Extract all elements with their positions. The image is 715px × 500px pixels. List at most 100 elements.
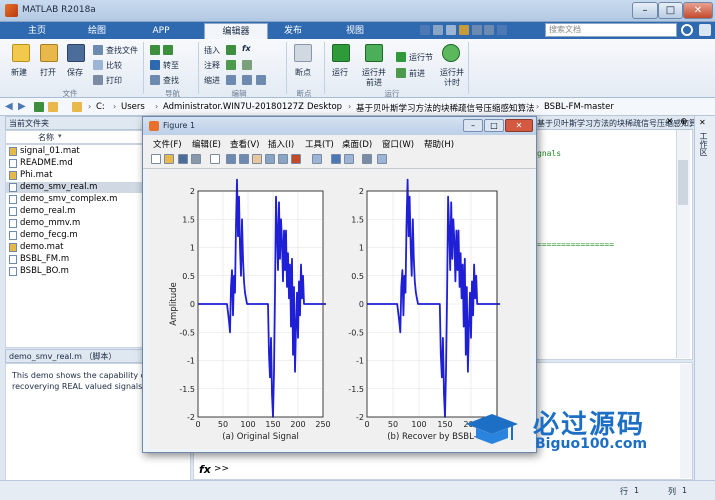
- legend-icon[interactable]: [344, 154, 354, 164]
- breadcrumb-project[interactable]: 基于贝叶斯学习方法的块稀疏信号压缩感知算法: [356, 102, 535, 114]
- wrap-comment-icon[interactable]: [242, 60, 252, 70]
- search-icon[interactable]: [681, 24, 693, 36]
- goto-button[interactable]: 转至: [163, 60, 179, 71]
- brush-icon[interactable]: [291, 154, 301, 164]
- tab-plots[interactable]: 绘图: [74, 23, 120, 39]
- dock-icon[interactable]: [377, 154, 387, 164]
- advance-button[interactable]: 前进: [409, 68, 425, 79]
- file-item[interactable]: demo_fecg.m: [20, 230, 78, 240]
- figure-menu-item[interactable]: 窗口(W): [382, 138, 414, 150]
- figure-maximize-button[interactable]: □: [484, 119, 504, 132]
- file-item[interactable]: demo_mmv.m: [20, 218, 80, 228]
- percent-icon[interactable]: [226, 60, 236, 70]
- compare-icon[interactable]: [93, 60, 103, 70]
- file-item[interactable]: README.md: [20, 158, 73, 168]
- cut-icon[interactable]: [432, 25, 443, 35]
- zoom-out-icon[interactable]: [239, 154, 249, 164]
- breadcrumb-administrator[interactable]: Administrator.WIN7U-20180127Z: [163, 102, 304, 112]
- file-item[interactable]: BSBL_BO.m: [20, 266, 69, 276]
- fx-icon[interactable]: fx: [199, 463, 211, 476]
- file-item[interactable]: Phi.mat: [20, 170, 52, 180]
- figure-menu-item[interactable]: 查看(V): [230, 138, 259, 150]
- colorbar-icon[interactable]: [331, 154, 341, 164]
- fx-button[interactable]: fx: [242, 44, 251, 53]
- undo-icon[interactable]: [471, 25, 482, 35]
- file-item[interactable]: demo_real.m: [20, 206, 75, 216]
- file-item[interactable]: demo_smv_real.m: [20, 182, 97, 192]
- print-icon[interactable]: [93, 75, 103, 85]
- insert-button[interactable]: 插入: [204, 45, 220, 56]
- tab-apps[interactable]: APP: [138, 23, 184, 39]
- tab-home[interactable]: 主页: [14, 23, 60, 39]
- increase-indent-icon[interactable]: [242, 75, 252, 85]
- run-and-time-button-line2[interactable]: 计时: [444, 77, 460, 88]
- new-icon[interactable]: [12, 44, 30, 62]
- find-button[interactable]: 查找: [163, 75, 179, 86]
- pan-hand-icon[interactable]: [252, 154, 262, 164]
- workspace-label[interactable]: 工作区: [698, 132, 709, 156]
- search-docs-input[interactable]: 搜索文档: [545, 23, 677, 37]
- figure-menu-item[interactable]: 编辑(E): [192, 138, 221, 150]
- editor-menu-icon[interactable]: ⊕: [680, 117, 688, 127]
- figure-menu-item[interactable]: 桌面(D): [342, 138, 372, 150]
- insert-section-icon[interactable]: [226, 45, 236, 55]
- figure-close-button[interactable]: ✕: [505, 119, 533, 132]
- print-figure-icon[interactable]: [191, 154, 201, 164]
- find-icon[interactable]: [150, 75, 160, 85]
- save-button[interactable]: 保存: [67, 67, 83, 78]
- hide-tools-icon[interactable]: [362, 154, 372, 164]
- run-button[interactable]: 运行: [332, 67, 348, 78]
- help-icon[interactable]: [510, 25, 521, 35]
- workspace-close-icon[interactable]: ✕: [699, 118, 706, 127]
- run-and-advance-icon[interactable]: [365, 44, 383, 62]
- workspace-sidebar[interactable]: [694, 116, 715, 480]
- advance-icon[interactable]: [396, 68, 406, 78]
- link-plot-icon[interactable]: [312, 154, 322, 164]
- file-item[interactable]: signal_01.mat: [20, 146, 80, 156]
- collapse-ribbon-icon[interactable]: [699, 24, 711, 36]
- decrease-indent-icon[interactable]: [256, 75, 266, 85]
- figure-menu-item[interactable]: 插入(I): [268, 138, 294, 150]
- zoom-in-icon[interactable]: [226, 154, 236, 164]
- run-icon[interactable]: [332, 44, 350, 62]
- editor-scrollbar-thumb[interactable]: [678, 160, 688, 205]
- back-icon[interactable]: ◀: [5, 101, 13, 112]
- figure-menu-item[interactable]: 帮助(H): [424, 138, 454, 150]
- breakpoints-icon[interactable]: [294, 44, 312, 62]
- browse-folder-icon[interactable]: [48, 102, 58, 112]
- editor-close-icon[interactable]: ✕: [666, 117, 674, 127]
- save-icon[interactable]: [420, 25, 430, 35]
- forward-icon[interactable]: [163, 45, 173, 55]
- find-files-icon[interactable]: [93, 45, 103, 55]
- paste-icon[interactable]: [458, 25, 469, 35]
- figure-menu-item[interactable]: 工具(T): [305, 138, 334, 150]
- breadcrumb-drive[interactable]: C:: [96, 102, 105, 112]
- goto-icon[interactable]: [150, 60, 160, 70]
- switch-windows-icon[interactable]: [497, 25, 508, 35]
- run-and-advance-button-line2[interactable]: 前进: [366, 77, 382, 88]
- file-item[interactable]: demo_smv_complex.m: [20, 194, 117, 204]
- close-button[interactable]: ✕: [683, 2, 713, 19]
- new-figure-icon[interactable]: [151, 154, 161, 164]
- new-button[interactable]: 新建: [11, 67, 27, 78]
- breadcrumb-bsbl-fm[interactable]: BSBL-FM-master: [544, 102, 614, 112]
- open-folder-icon[interactable]: [40, 44, 58, 62]
- maximize-button[interactable]: □: [658, 2, 683, 19]
- tab-publish[interactable]: 发布: [270, 23, 316, 39]
- tab-editor[interactable]: 编辑器: [204, 23, 268, 39]
- save-icon[interactable]: [67, 44, 85, 62]
- compare-button[interactable]: 比较: [106, 60, 122, 71]
- minimize-button[interactable]: –: [632, 2, 658, 19]
- copy-icon[interactable]: [445, 25, 456, 35]
- breakpoints-button[interactable]: 断点: [295, 67, 311, 78]
- indent-icon[interactable]: [226, 75, 236, 85]
- figure-minimize-button[interactable]: –: [463, 119, 483, 132]
- print-button[interactable]: 打印: [106, 75, 122, 86]
- data-cursor-icon[interactable]: [278, 154, 288, 164]
- open-file-icon[interactable]: [164, 154, 174, 164]
- tab-view[interactable]: 视图: [332, 23, 378, 39]
- run-and-time-icon[interactable]: [442, 44, 460, 62]
- back-icon[interactable]: [150, 45, 160, 55]
- command-scrollbar[interactable]: [680, 364, 692, 478]
- up-folder-icon[interactable]: [34, 102, 44, 112]
